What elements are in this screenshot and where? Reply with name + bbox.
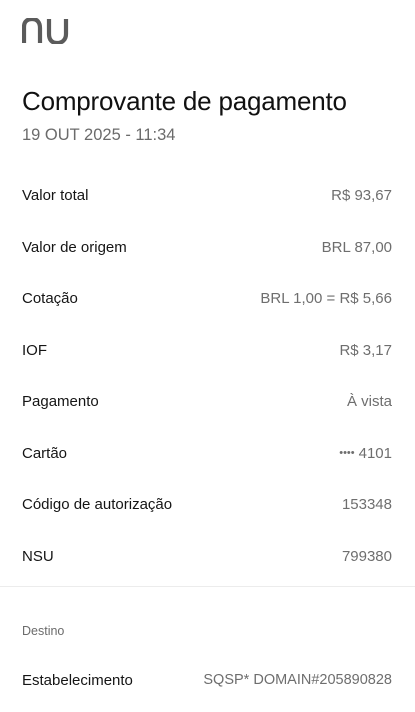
detail-value: BRL 1,00 = R$ 5,66: [260, 290, 392, 308]
detail-label: Valor de origem: [22, 238, 127, 256]
detail-row-cartao: Cartão •••• 4101: [0, 428, 415, 480]
card-last-digits: 4101: [358, 444, 392, 462]
detail-value: R$ 3,17: [339, 341, 392, 359]
detail-value: BRL 87,00: [321, 238, 392, 256]
detail-row-codigo-autorizacao: Código de autorização 153348: [0, 479, 415, 531]
detail-label: Cotação: [22, 290, 78, 308]
detail-row-valor-origem: Valor de origem BRL 87,00: [0, 222, 415, 274]
page-title: Comprovante de pagamento: [22, 86, 347, 116]
detail-label: Estabelecimento: [22, 671, 133, 689]
receipt-details: Valor total R$ 93,67 Valor de origem BRL…: [0, 170, 415, 582]
detail-row-iof: IOF R$ 3,17: [0, 325, 415, 377]
detail-label: IOF: [22, 341, 47, 359]
payment-receipt-screen: Comprovante de pagamento 19 OUT 2025 - 1…: [0, 0, 415, 712]
detail-value: 799380: [341, 547, 392, 565]
masked-digits: ••••: [339, 446, 355, 459]
detail-label: Pagamento: [22, 393, 99, 411]
card-number-value: •••• 4101: [339, 445, 392, 462]
destination-section-title: Destino: [22, 624, 65, 638]
detail-row-estabelecimento: Estabelecimento SQSP* DOMAIN#205890828: [0, 655, 415, 705]
detail-value: R$ 93,67: [331, 187, 392, 205]
detail-label: Código de autorização: [22, 496, 173, 514]
detail-value: À vista: [346, 393, 392, 411]
nubank-logo: [22, 18, 69, 44]
detail-row-cotacao: Cotação BRL 1,00 = R$ 5,66: [0, 273, 415, 325]
section-divider: [0, 586, 415, 587]
detail-label: Valor total: [22, 187, 89, 205]
detail-value: SQSP* DOMAIN#205890828: [203, 672, 392, 688]
detail-row-nsu: NSU 799380: [0, 531, 415, 583]
detail-label: Cartão: [22, 444, 68, 462]
receipt-datetime: 19 OUT 2025 - 11:34: [22, 126, 176, 144]
detail-label: NSU: [22, 547, 54, 565]
detail-row-pagamento: Pagamento À vista: [0, 376, 415, 428]
detail-row-valor-total: Valor total R$ 93,67: [0, 170, 415, 222]
detail-value: 153348: [341, 496, 392, 514]
